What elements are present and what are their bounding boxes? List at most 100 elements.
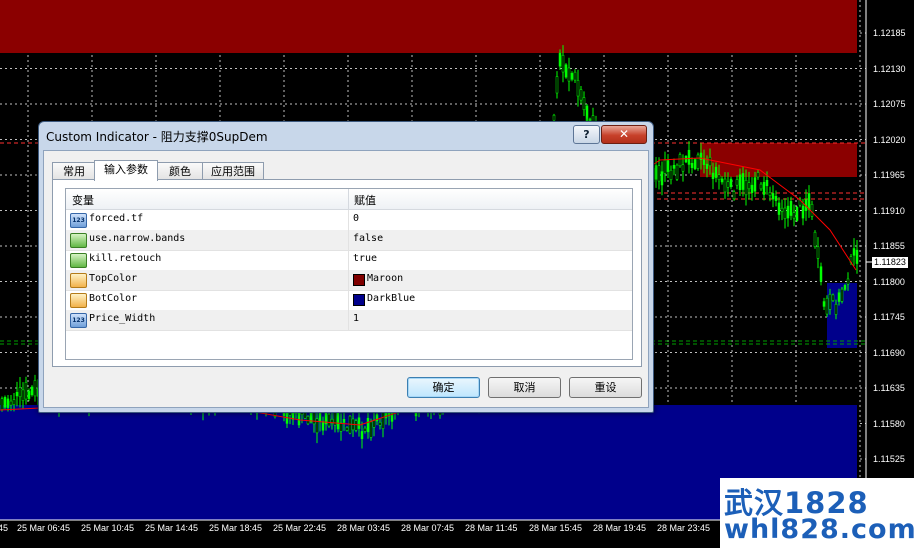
time-tick-label: 28 Mar 03:45 [337, 523, 391, 533]
close-icon: ✕ [618, 127, 630, 141]
candle-body [654, 165, 658, 180]
candle-body [672, 165, 676, 169]
param-row-bot-color[interactable]: BotColor DarkBlue [66, 290, 632, 311]
candle-body [366, 418, 370, 433]
price-tick-label: 1.11800 [873, 276, 905, 287]
candle-body [771, 193, 775, 200]
tab-colors[interactable]: 颜色 [156, 162, 204, 180]
candle-body [573, 71, 577, 81]
price-tick-label: 1.12075 [873, 99, 906, 109]
candle-body [360, 431, 364, 439]
candle-body [552, 114, 556, 121]
candle-body [657, 165, 661, 182]
candle-body [774, 195, 778, 201]
tab-visualization[interactable]: 应用范围 [202, 162, 264, 180]
candle-body [345, 427, 349, 431]
candle-body [9, 400, 13, 406]
candle-body [357, 417, 361, 429]
candle-body [339, 422, 343, 432]
dialog-body: 常用 输入参数 颜色 应用范围 变量 赋值 123 forced.tf 0 us… [43, 150, 649, 408]
int-param-icon: 123 [70, 313, 87, 328]
tab-common[interactable]: 常用 [52, 162, 96, 180]
candle-body [579, 89, 583, 101]
param-value[interactable]: false [353, 233, 383, 244]
candle-body [720, 178, 724, 183]
candle-body [795, 206, 799, 221]
candle-body [3, 397, 7, 408]
time-tick-label: 28 Mar 11:45 [465, 523, 518, 533]
current-price-label: 1.11823 [872, 257, 908, 268]
tab-inputs[interactable]: 输入参数 [94, 160, 158, 181]
column-header-value[interactable]: 赋值 [354, 192, 376, 208]
candle-body [567, 67, 571, 82]
candle-body [27, 390, 31, 399]
param-value[interactable]: 1 [353, 313, 359, 324]
watermark-logo: 武汉1828 whl828.com [720, 478, 914, 548]
candle-body [762, 182, 766, 195]
candle-body [678, 154, 682, 167]
param-row-forced-tf[interactable]: 123 forced.tf 0 [66, 210, 632, 231]
time-tick-label: 25 Mar 18:45 [209, 523, 263, 533]
candle-body [810, 204, 814, 217]
reset-button[interactable]: 重设 [569, 377, 642, 398]
param-value[interactable]: true [353, 253, 377, 264]
price-tick-label: 1.11580 [873, 418, 905, 429]
candle-body [759, 183, 763, 190]
candle-body [789, 201, 793, 216]
candle-body [786, 205, 790, 219]
price-tick-label: 1.11965 [873, 170, 905, 180]
candle-body [738, 174, 742, 191]
candle-body [711, 172, 715, 180]
candle-body [381, 411, 385, 429]
candle-body [570, 72, 574, 80]
candle-body [714, 166, 718, 178]
int-param-icon: 123 [70, 213, 87, 228]
column-separator[interactable] [348, 189, 349, 209]
candle-body [741, 173, 745, 190]
param-name: Price_Width [89, 313, 156, 324]
cancel-button[interactable]: 取消 [488, 377, 561, 398]
candle-body [687, 149, 691, 165]
price-tick-label: 1.11745 [873, 312, 905, 322]
parameters-grid[interactable]: 变量 赋值 123 forced.tf 0 use.narrow.bands f… [65, 188, 633, 360]
candle-body [792, 212, 796, 219]
candle-body [753, 177, 757, 192]
param-value[interactable]: 0 [353, 213, 359, 224]
candle-body [732, 191, 736, 200]
candle-body [12, 399, 16, 406]
row-separator [348, 270, 349, 290]
candle-body [660, 171, 664, 186]
close-button[interactable]: ✕ [601, 125, 647, 144]
candle-body [675, 164, 679, 180]
candle-body [21, 389, 25, 401]
param-value[interactable]: DarkBlue [367, 293, 415, 304]
param-value[interactable]: Maroon [367, 273, 403, 284]
color-param-icon [70, 273, 87, 288]
candle-body [372, 419, 376, 428]
watermark-line2: whl828.com [724, 514, 914, 545]
dialog-title: Custom Indicator - 阻力支撑0SupDem [46, 130, 268, 144]
candle-body [768, 192, 772, 196]
param-row-price-width[interactable]: 123 Price_Width 1 [66, 310, 632, 331]
candle-body [843, 285, 847, 290]
ok-button[interactable]: 确定 [407, 377, 480, 398]
candle-body [723, 178, 727, 193]
candle-body [708, 157, 712, 167]
param-name: TopColor [89, 273, 138, 284]
param-row-kill-retouch[interactable]: kill.retouch true [66, 250, 632, 271]
inputs-panel: 变量 赋值 123 forced.tf 0 use.narrow.bands f… [52, 179, 642, 367]
time-tick-label: 25 Mar 14:45 [145, 523, 199, 533]
help-button[interactable]: ? [573, 125, 600, 144]
candle-body [33, 380, 37, 397]
candle-body [312, 410, 316, 425]
param-row-top-color[interactable]: TopColor Maroon [66, 270, 632, 291]
candle-body [855, 249, 859, 264]
column-header-variable[interactable]: 变量 [72, 192, 94, 208]
param-name: BotColor [89, 293, 138, 304]
param-row-use-narrow-bands[interactable]: use.narrow.bands false [66, 230, 632, 251]
candle-body [777, 202, 781, 215]
grid-header: 变量 赋值 [66, 189, 632, 210]
price-tick-label: 1.11635 [873, 383, 905, 393]
param-name: forced.tf [89, 213, 144, 224]
candle-body [669, 169, 673, 180]
